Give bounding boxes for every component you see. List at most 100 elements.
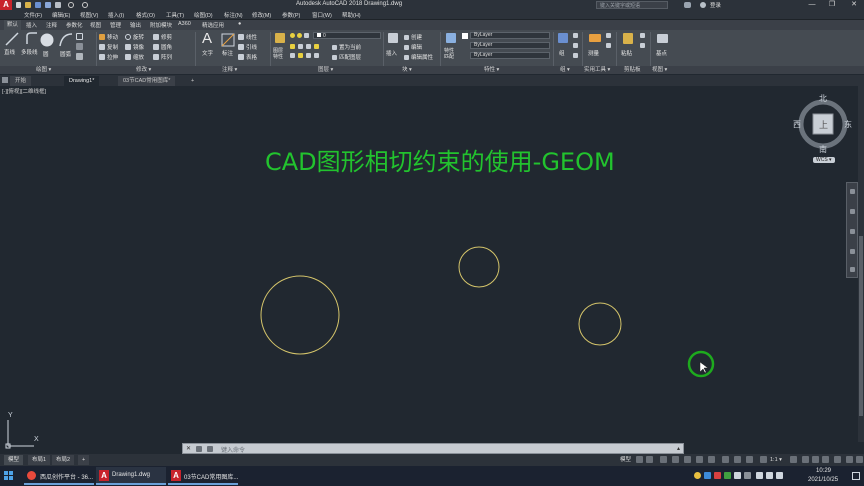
linetype-dropdown[interactable]: ByLayer	[470, 42, 550, 49]
ribbon-tab[interactable]: A360	[178, 21, 191, 27]
array-button[interactable]: 阵列	[153, 53, 172, 61]
ribbon-panel-label[interactable]: 特性 ▾	[484, 66, 499, 74]
ribbon-panel-label[interactable]: 组 ▾	[560, 66, 570, 74]
stretch-button[interactable]: 拉伸	[99, 53, 118, 61]
doc-tabs-menu-icon[interactable]	[2, 77, 8, 83]
rotate-button[interactable]: 旋转	[125, 33, 144, 41]
menu-item[interactable]: 格式(O)	[136, 11, 155, 19]
layout-tab[interactable]: 布局2	[52, 455, 75, 465]
clipboard-tools[interactable]	[640, 33, 648, 61]
layout-tab[interactable]: 模型	[4, 455, 24, 465]
ribbon-tab[interactable]: 默认	[4, 20, 22, 30]
drawing-canvas[interactable]: [-][俯视][二维线框] CAD图形相切约束的使用-GEOM 北 南 西 东 …	[0, 86, 864, 454]
ungroup-icon[interactable]	[573, 33, 578, 38]
measure-button[interactable]: 测量	[586, 32, 604, 60]
ribbon-tab[interactable]: 管理	[110, 21, 121, 29]
search-input[interactable]: 键入关键字或短语	[600, 2, 640, 9]
taskbar-item-xigua[interactable]: 西瓜创作平台 - 36...	[24, 467, 94, 485]
navigation-bar[interactable]	[846, 182, 858, 278]
new-icon[interactable]	[16, 2, 21, 8]
layer-properties-button[interactable]: 图层 特性	[272, 32, 288, 60]
east-label[interactable]: 东	[844, 119, 852, 130]
menu-item[interactable]: 窗口(W)	[312, 11, 332, 19]
close-command-icon[interactable]: ✕	[186, 446, 192, 452]
ribbon-panel-label[interactable]: 修改 ▾	[136, 66, 151, 74]
search-box[interactable]: 键入关键字或短语	[596, 1, 668, 9]
clock-time[interactable]: 10:29	[816, 468, 831, 474]
move-button[interactable]: 移动	[99, 33, 118, 41]
tray-icon[interactable]	[724, 472, 731, 479]
ribbon-tab[interactable]: 参数化	[66, 21, 83, 29]
paste-button[interactable]: 粘贴	[619, 32, 637, 60]
menu-item[interactable]: 插入(I)	[108, 11, 124, 19]
status-toggle-icon[interactable]	[660, 456, 667, 463]
menu-item[interactable]: 绘图(D)	[194, 11, 213, 19]
saveas-icon[interactable]	[45, 2, 51, 8]
tray-icon[interactable]	[744, 472, 751, 479]
layer-dropdown[interactable]: 0	[313, 32, 381, 39]
annotation-scale[interactable]: 1:1 ▾	[770, 455, 782, 465]
plot-icon[interactable]	[55, 2, 61, 8]
trim-button[interactable]: 修剪	[153, 33, 172, 41]
ribbon-panel-label[interactable]: 实用工具 ▾	[584, 66, 610, 74]
create-block-button[interactable]: 创建	[404, 33, 422, 41]
ribbon-panel-label[interactable]: 剪贴板	[624, 66, 641, 74]
close-button[interactable]: ✕	[844, 0, 864, 10]
ribbon-tab[interactable]: 插入	[26, 21, 37, 29]
ribbon-tab[interactable]: 注释	[46, 21, 57, 29]
group-select-icon[interactable]	[573, 53, 578, 58]
ribbon-panel-label[interactable]: 注释 ▾	[222, 66, 237, 74]
taskbar-item-drawing1[interactable]: A Drawing1.dwg	[96, 467, 166, 485]
unlock-icon[interactable]	[304, 33, 309, 38]
status-toggle-icon[interactable]	[672, 456, 679, 463]
lightbulb-icon[interactable]	[290, 33, 295, 38]
redo-icon[interactable]	[82, 2, 88, 8]
status-toggle-icon[interactable]	[722, 456, 729, 463]
table-button[interactable]: 表格	[238, 53, 257, 61]
status-toggle-icon[interactable]	[684, 456, 691, 463]
copy-button[interactable]: 复制	[99, 43, 118, 51]
layer-tool-icon[interactable]	[306, 53, 311, 58]
west-label[interactable]: 西	[793, 119, 801, 130]
scrollbar-thumb[interactable]	[859, 236, 863, 416]
north-label[interactable]: 北	[819, 93, 827, 104]
linear-dim-button[interactable]: 线性	[238, 33, 257, 41]
layer-tool-icon[interactable]	[298, 44, 303, 49]
color-swatch-icon[interactable]	[462, 33, 468, 39]
tray-icon[interactable]	[714, 472, 721, 479]
taskbar-item-library[interactable]: A 03节CAD常用图库...	[168, 467, 238, 485]
top-face-label[interactable]: 上	[819, 118, 828, 131]
scale-button[interactable]: 缩放	[125, 53, 144, 61]
group-tools[interactable]	[573, 33, 581, 61]
tray-icon[interactable]	[734, 472, 741, 479]
ribbon-panel-label[interactable]: 视图 ▾	[652, 66, 667, 74]
orbit-icon[interactable]	[850, 249, 855, 254]
edit-attributes-button[interactable]: 编辑属性	[404, 53, 433, 61]
rectangle-icon[interactable]	[76, 33, 83, 40]
pan-icon[interactable]	[850, 209, 855, 214]
ribbon-tab[interactable]: 精选应用	[202, 21, 224, 29]
ribbon-panel-label[interactable]: 图层 ▾	[318, 66, 333, 74]
match-layer-button[interactable]: 匹配图层	[332, 53, 361, 61]
cut-icon[interactable]	[640, 43, 645, 48]
circle-button[interactable]: 圆	[38, 32, 56, 58]
tray-icon[interactable]	[694, 472, 701, 479]
edit-block-button[interactable]: 编辑	[404, 43, 422, 51]
fillet-button[interactable]: 圆角	[153, 43, 172, 51]
mirror-button[interactable]: 镜像	[125, 43, 144, 51]
match-properties-button[interactable]: 特性 匹配	[443, 32, 459, 60]
menu-item[interactable]: 工具(T)	[166, 11, 184, 19]
leader-button[interactable]: 引线	[238, 43, 257, 51]
vertical-scrollbar[interactable]	[858, 86, 864, 442]
command-prompt-icon[interactable]	[207, 446, 213, 452]
layer-tool-icon[interactable]	[290, 53, 295, 58]
ribbon-tab[interactable]: 附加模块	[150, 21, 172, 29]
status-toggle-icon[interactable]	[708, 456, 715, 463]
showmotion-icon[interactable]	[850, 267, 855, 272]
lineweight-dropdown[interactable]: ByLayer	[470, 52, 550, 59]
status-toggle-icon[interactable]	[734, 456, 741, 463]
top-circle[interactable]	[458, 246, 500, 288]
text-button[interactable]: A 文字	[199, 30, 217, 60]
command-settings-icon[interactable]	[196, 446, 202, 452]
viewcube[interactable]: 北 南 西 东 上 WCS ▾	[793, 94, 855, 168]
